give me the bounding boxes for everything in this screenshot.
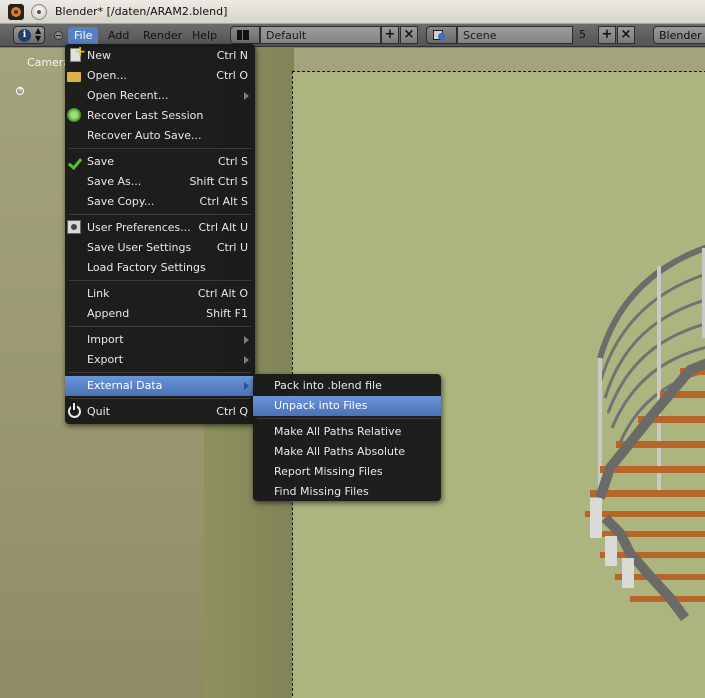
menu-item-open[interactable]: Open... Ctrl O [65,66,255,86]
menu-item-label: Recover Auto Save... [87,129,202,142]
spiral-staircase-model [585,244,705,621]
menu-item-export[interactable]: Export [65,350,255,370]
menu-item-shortcut: Shift Ctrl S [189,175,248,188]
menu-item-label: New [87,49,111,62]
menu-item-shortcut: Shift F1 [206,307,248,320]
render-engine-select[interactable]: Blender R [653,26,705,44]
menu-item-label: Save User Settings [87,241,192,254]
collapse-menus-icon[interactable] [54,31,63,40]
menu-item-save-user-settings[interactable]: Save User Settings Ctrl U [65,238,255,258]
menu-item-quit[interactable]: Quit Ctrl Q [65,402,255,422]
menu-item-label: Report Missing Files [274,465,383,478]
menu-separator [69,372,251,373]
menu-add[interactable]: Add [102,27,135,44]
menu-item-save[interactable]: Save Ctrl S [65,152,255,172]
menu-separator [69,398,251,399]
menu-item-load-factory-settings[interactable]: Load Factory Settings [65,258,255,278]
menu-item-shortcut: Ctrl Alt O [197,287,248,300]
menu-item-label: Make All Paths Relative [274,425,402,438]
scene-user-count: 5 [579,28,586,41]
file-menu: New Ctrl N Open... Ctrl O Open Recent...… [65,42,255,424]
new-file-icon [70,42,86,62]
view-properties-icon[interactable] [16,84,24,95]
menu-item-shortcut: Ctrl U [216,241,248,254]
folder-icon [67,72,81,82]
submenu-arrow-icon [244,382,249,390]
menu-item-shortcut: Ctrl Alt U [198,221,248,234]
screen-layout-icon[interactable] [230,26,260,44]
menu-render[interactable]: Render [137,27,188,44]
menu-item-shortcut: Ctrl Q [216,405,248,418]
recover-icon [67,108,81,122]
menu-item-user-preferences[interactable]: User Preferences... Ctrl Alt U [65,218,255,238]
menu-item-save-as[interactable]: Save As... Shift Ctrl S [65,172,255,192]
menu-item-report-missing-files[interactable]: Report Missing Files [253,462,441,482]
menu-item-shortcut: Ctrl S [217,155,248,168]
menu-item-label: User Preferences... [87,221,191,234]
menu-item-external-data[interactable]: External Data [65,376,255,396]
menu-item-label: Recover Last Session [87,109,204,122]
editor-type-button[interactable]: i ▲ ▼ [13,26,45,44]
menu-item-label: Make All Paths Absolute [274,445,406,458]
window-title: Blender* [/daten/ARAM2.blend] [55,5,228,18]
menu-item-pack-into-blend[interactable]: Pack into .blend file [253,376,441,396]
preferences-icon [67,220,81,234]
external-data-submenu: Pack into .blend file Unpack into Files … [253,374,441,501]
menu-item-label: Pack into .blend file [274,379,382,392]
menu-item-import[interactable]: Import [65,330,255,350]
menu-item-save-copy[interactable]: Save Copy... Ctrl Alt S [65,192,255,212]
menu-item-label: Import [87,333,124,346]
info-icon: i [18,29,31,42]
menu-item-find-missing-files[interactable]: Find Missing Files [253,482,441,502]
menu-item-recover-auto-save[interactable]: Recover Auto Save... [65,126,255,146]
menu-item-label: Load Factory Settings [87,261,206,274]
menu-item-unpack-into-files[interactable]: Unpack into Files [253,396,441,416]
menu-item-make-paths-relative[interactable]: Make All Paths Relative [253,422,441,442]
menu-item-label: Export [87,353,124,366]
scene-field[interactable]: Scene [457,26,573,44]
menu-separator [69,326,251,327]
scene-icon[interactable] [426,26,457,44]
menu-item-recover-last-session[interactable]: Recover Last Session [65,106,255,126]
menu-item-shortcut: Ctrl N [216,49,248,62]
menu-item-label: Save [87,155,115,168]
menu-item-open-recent[interactable]: Open Recent... [65,86,255,106]
submenu-arrow-icon [244,92,249,100]
menu-item-label: Open... [87,69,127,82]
updown-arrows-icon: ▲ ▼ [35,26,42,43]
menu-separator [69,214,251,215]
menu-item-label: Unpack into Files [274,399,368,412]
menu-item-shortcut: Ctrl Alt S [199,195,248,208]
menu-item-label: Save As... [87,175,142,188]
menu-item-label: Append [87,307,130,320]
viewport-label: Camera [27,56,71,69]
menu-item-label: Quit [87,405,110,418]
title-bar: Blender* [/daten/ARAM2.blend] [0,0,705,24]
submenu-arrow-icon [244,356,249,364]
menu-item-shortcut: Ctrl O [216,69,248,82]
remove-scene-button[interactable]: × [617,26,635,44]
menu-item-make-paths-absolute[interactable]: Make All Paths Absolute [253,442,441,462]
menu-item-label: Link [87,287,110,300]
menu-item-label: Find Missing Files [274,485,369,498]
menu-help[interactable]: Help [186,27,223,44]
checkmark-icon [67,154,83,170]
menu-item-link[interactable]: Link Ctrl Alt O [65,284,255,304]
menu-item-append[interactable]: Append Shift F1 [65,304,255,324]
menu-item-new[interactable]: New Ctrl N [65,42,255,66]
submenu-arrow-icon [244,336,249,344]
remove-layout-button[interactable]: × [400,26,418,44]
menu-item-label: Open Recent... [87,89,169,102]
menu-item-label: External Data [87,379,163,392]
blender-logo-icon [8,4,24,20]
menu-separator [257,418,439,419]
window-menu-button[interactable] [31,4,47,20]
add-layout-button[interactable]: + [381,26,399,44]
menu-item-label: Save Copy... [87,195,155,208]
menu-separator [69,280,251,281]
power-icon [68,403,81,418]
screen-layout-field[interactable]: Default [260,26,381,44]
add-scene-button[interactable]: + [598,26,616,44]
menu-separator [69,148,251,149]
